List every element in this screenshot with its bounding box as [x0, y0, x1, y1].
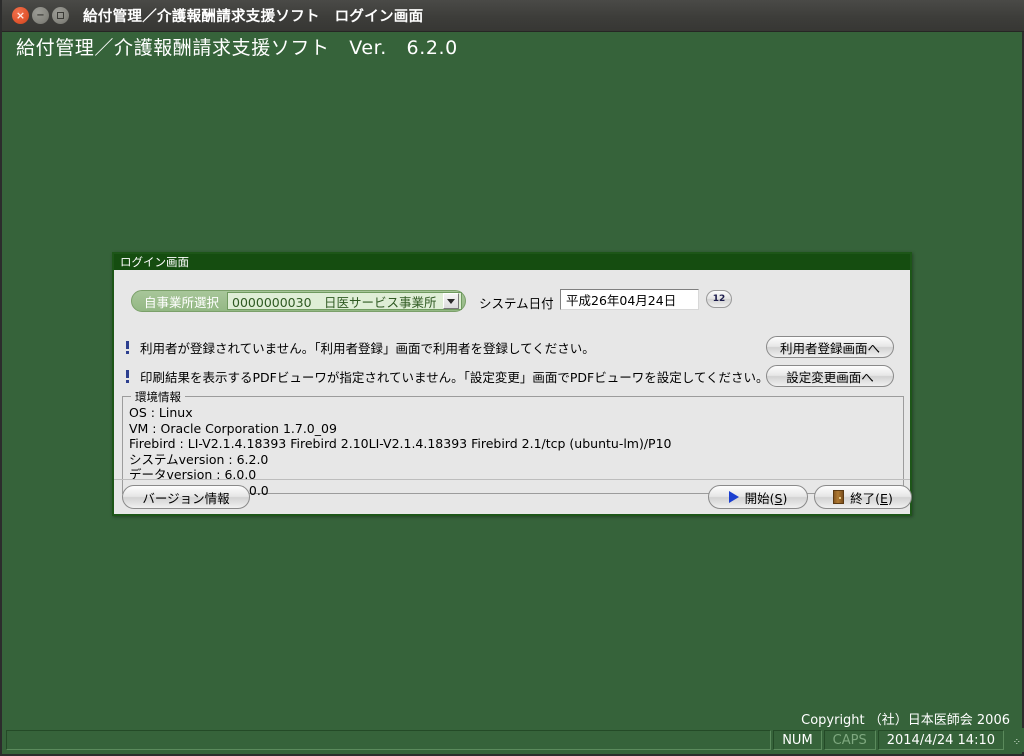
environment-info-line: VM : Oracle Corporation 1.7.0_09 [129, 420, 337, 436]
environment-info-title: 環境情報 [131, 389, 185, 405]
version-info-button[interactable]: バージョン情報 [122, 485, 250, 509]
dialog-body: 自事業所選択 0000000030 日医サービス事業所 システム日付 平成26年… [114, 270, 912, 514]
status-bar: NUM CAPS 2014/4/24 14:10 ⁘ [4, 728, 1024, 752]
warning-text: 利用者が登録されていません。「利用者登録」画面で利用者を登録してください。 [140, 341, 595, 356]
maximize-icon [57, 12, 64, 19]
window-title: 給付管理／介護報酬請求支援ソフト ログイン画面 [83, 9, 424, 25]
goto-user-registration-button[interactable]: 利用者登録画面へ [766, 336, 894, 358]
exit-label: 終了(E) [850, 490, 893, 506]
exclamation-icon [122, 340, 132, 355]
environment-info-line: データversion : 6.0.0 [129, 467, 257, 483]
calendar-icon: 12 [712, 294, 726, 304]
system-date-input[interactable]: 平成26年04月24日 [560, 289, 699, 310]
dialog-titlebar: ログイン画面 [114, 254, 910, 270]
goto-settings-label: 設定変更画面へ [786, 369, 874, 385]
chevron-down-icon[interactable] [442, 293, 459, 309]
status-datetime: 2014/4/24 14:10 [877, 730, 1004, 750]
application-window: × − 給付管理／介護報酬請求支援ソフト ログイン画面 給付管理／介護報酬請求支… [0, 0, 1024, 756]
os-titlebar: × − 給付管理／介護報酬請求支援ソフト ログイン画面 [2, 0, 1024, 32]
system-date-value: 平成26年04月24日 [566, 293, 677, 308]
copyright-text: Copyright （社）日本医師会 2006 [801, 713, 1010, 728]
start-button[interactable]: 開始(S) [708, 485, 808, 509]
environment-info-line: システムversion : 6.2.0 [129, 451, 269, 467]
environment-info-line: Firebird : LI-V2.1.4.18393 Firebird 2.10… [129, 436, 672, 452]
status-num-indicator: NUM [773, 730, 822, 750]
version-info-label: バージョン情報 [142, 490, 230, 506]
minimize-icon: − [36, 9, 45, 21]
system-date-label: システム日付 [479, 296, 554, 311]
warning-text: 印刷結果を表示するPDFビューワが指定されていません。「設定変更」画面でPDFビ… [140, 370, 769, 385]
start-label: 開始(S) [744, 490, 788, 506]
calendar-button[interactable]: 12 [706, 290, 732, 308]
office-select-value: 0000000030 日医サービス事業所 [232, 294, 437, 310]
maximize-window-button[interactable] [52, 7, 69, 24]
goto-settings-button[interactable]: 設定変更画面へ [766, 365, 894, 387]
office-select-combo[interactable]: 自事業所選択 0000000030 日医サービス事業所 [131, 290, 466, 312]
dialog-title: ログイン画面 [120, 255, 189, 269]
office-select-field[interactable]: 0000000030 日医サービス事業所 [227, 292, 462, 310]
footer-divider [114, 479, 910, 480]
door-icon [833, 490, 845, 504]
minimize-window-button[interactable]: − [32, 7, 49, 24]
close-window-button[interactable]: × [12, 7, 29, 24]
window-controls: × − [12, 7, 69, 24]
warning-row-pdf-viewer: 印刷結果を表示するPDFビューワが指定されていません。「設定変更」画面でPDFビ… [122, 367, 768, 386]
resize-grip-icon[interactable]: ⁘ [1006, 730, 1022, 750]
office-select-label: 自事業所選択 [144, 294, 220, 310]
environment-info-line: OS : Linux [129, 405, 193, 420]
status-message-cell [6, 730, 772, 750]
goto-user-registration-label: 利用者登録画面へ [779, 340, 880, 356]
app-header-title: 給付管理／介護報酬請求支援ソフト Ver. 6.2.0 [16, 37, 458, 59]
warning-row-user-registration: 利用者が登録されていません。「利用者登録」画面で利用者を登録してください。 [122, 338, 595, 357]
status-caps-indicator: CAPS [823, 730, 876, 750]
exclamation-icon [122, 369, 132, 384]
login-dialog: ログイン画面 自事業所選択 0000000030 日医サービス事業所 システム日… [112, 252, 912, 516]
exit-button[interactable]: 終了(E) [814, 485, 912, 509]
play-icon [728, 491, 739, 503]
close-icon: × [15, 9, 26, 22]
